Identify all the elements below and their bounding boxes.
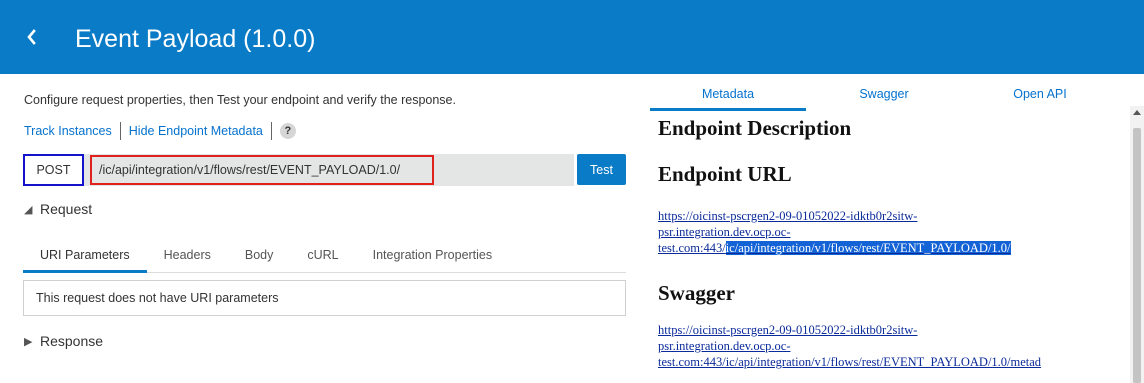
request-tabs: URI Parameters Headers Body cURL Integra…	[23, 237, 626, 273]
track-instances-link[interactable]: Track Instances	[24, 124, 112, 138]
swagger-url-line: psr.integration.dev.ocp.oc-	[658, 339, 791, 353]
response-section-label: Response	[40, 333, 104, 349]
endpoint-url-line: psr.integration.dev.ocp.oc-	[658, 225, 791, 239]
endpoint-url-bar: POST /ic/api/integration/v1/flows/rest/E…	[23, 154, 574, 186]
swagger-url-line: https://oicinst-pscrgen2-09-01052022-idk…	[658, 323, 918, 337]
swagger-url-link[interactable]: https://oicinst-pscrgen2-09-01052022-idk…	[658, 322, 1128, 370]
endpoint-path-field[interactable]: /ic/api/integration/v1/flows/rest/EVENT_…	[90, 155, 434, 185]
tab-integration-properties[interactable]: Integration Properties	[356, 237, 510, 273]
metadata-panel: Metadata Swagger Open API Endpoint Descr…	[640, 74, 1144, 383]
tab-curl[interactable]: cURL	[290, 237, 355, 273]
action-links: Track Instances Hide Endpoint Metadata ?	[24, 121, 296, 141]
tab-open-api[interactable]: Open API	[962, 81, 1118, 111]
endpoint-url-line: test.com:443/ic/api/integration/v1/flows…	[658, 240, 1128, 256]
http-method-label: POST	[23, 154, 84, 186]
request-panel: Configure request properties, then Test …	[0, 74, 640, 383]
request-section-label: Request	[40, 201, 93, 217]
divider	[119, 122, 121, 140]
divider	[270, 122, 272, 140]
scrollbar-thumb[interactable]	[1133, 128, 1141, 383]
metadata-document: Endpoint Description Endpoint URL https:…	[658, 116, 1128, 383]
chevron-left-icon	[27, 29, 36, 45]
back-button[interactable]	[22, 24, 46, 50]
tab-uri-parameters[interactable]: URI Parameters	[23, 237, 147, 273]
instructions-text: Configure request properties, then Test …	[24, 93, 456, 107]
metadata-tabs: Metadata Swagger Open API	[650, 81, 1120, 111]
tab-swagger[interactable]: Swagger	[806, 81, 962, 111]
endpoint-description-heading: Endpoint Description	[658, 116, 852, 140]
uri-parameters-panel: This request does not have URI parameter…	[23, 280, 626, 316]
request-section-toggle[interactable]: ◢ Request	[24, 201, 92, 217]
help-icon[interactable]: ?	[279, 123, 296, 139]
tab-body[interactable]: Body	[228, 237, 291, 273]
collapse-triangle-icon: ◢	[24, 203, 33, 216]
expand-triangle-icon: ▶	[24, 335, 33, 348]
page-title: Event Payload (1.0.0)	[75, 25, 316, 53]
metadata-scrollbar[interactable]	[1130, 106, 1144, 383]
swagger-url-line: test.com:443/ic/api/integration/v1/flows…	[658, 355, 1042, 369]
scroll-up-arrow-icon[interactable]	[1133, 110, 1141, 115]
no-parameters-message: This request does not have URI parameter…	[36, 291, 279, 305]
endpoint-url-line: https://oicinst-pscrgen2-09-01052022-idk…	[658, 209, 918, 223]
test-button[interactable]: Test	[577, 154, 626, 185]
endpoint-url-selection: ic/api/integration/v1/flows/rest/EVENT_P…	[725, 241, 1011, 255]
hide-endpoint-metadata-link[interactable]: Hide Endpoint Metadata	[129, 124, 263, 138]
endpoint-url-prefix: test.com:443/	[658, 241, 726, 255]
page-header: Event Payload (1.0.0)	[0, 0, 1144, 74]
endpoint-url-heading: Endpoint URL	[658, 162, 792, 186]
response-section-toggle[interactable]: ▶ Response	[24, 333, 103, 349]
tab-headers[interactable]: Headers	[147, 237, 228, 273]
tab-metadata[interactable]: Metadata	[650, 81, 806, 111]
endpoint-url-link[interactable]: https://oicinst-pscrgen2-09-01052022-idk…	[658, 208, 1128, 256]
swagger-heading: Swagger	[658, 281, 735, 305]
